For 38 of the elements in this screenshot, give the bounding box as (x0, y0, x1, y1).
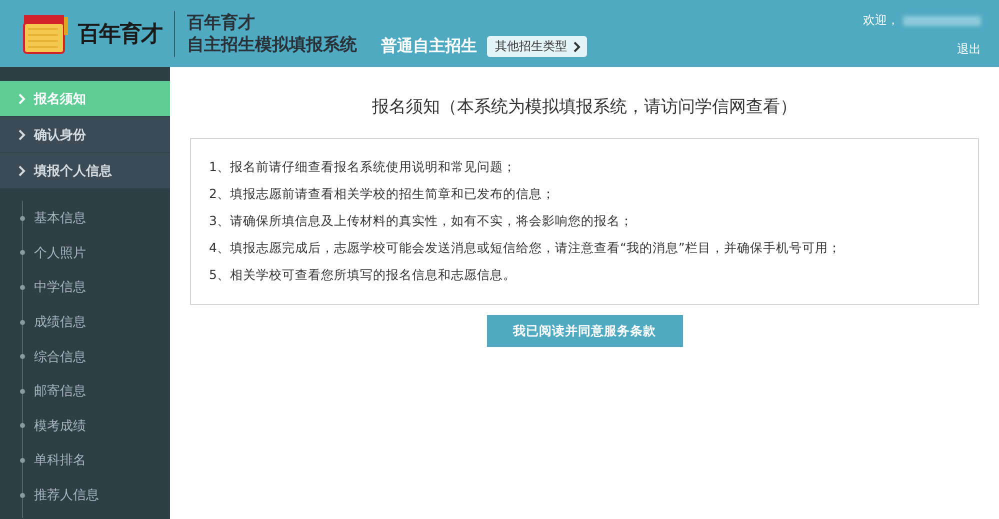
bullet-icon (20, 423, 25, 428)
nav-subitem[interactable]: 推荐人信息 (34, 486, 99, 504)
chevron-icon (573, 40, 581, 52)
admission-mode: 普通自主招生 (381, 36, 477, 57)
chevron-icon (18, 92, 26, 104)
notice-item: 2、填报志愿前请查看相关学校的招生简章和已发布的信息； (209, 185, 556, 203)
bullet-icon (20, 458, 25, 463)
bullet-icon (20, 354, 25, 360)
logout-link[interactable]: 退出 (957, 41, 981, 58)
notice-item: 5、相关学校可查看您所填写的报名信息和志愿信息。 (209, 266, 517, 284)
brand-name: 百年育才 (187, 12, 256, 34)
bullet-icon (20, 492, 25, 498)
nav-subitem[interactable]: 邮寄信息 (34, 382, 86, 400)
nav-subitem[interactable]: 个人照片 (34, 244, 86, 262)
notice-title: 报名须知（本系统为模拟填报系统，请访问学信网查看） (372, 96, 797, 118)
welcome-text: 欢迎， (863, 12, 899, 29)
nav-subitem[interactable]: 单科排名 (34, 451, 86, 470)
notice-item: 3、请确保所填信息及上传材料的真实性，如有不实，将会影响您的报名； (209, 212, 634, 230)
notice-item: 4、填报志愿完成后，志愿学校可能会发送消息或短信给您，请注意查看“我的消息”栏目，并确保手机号可用； (209, 239, 842, 257)
nav-subitem[interactable]: 模考成绩 (34, 416, 86, 435)
nav-subitem[interactable]: 基本信息 (34, 209, 86, 228)
nav-step[interactable]: 确认身份 (0, 117, 170, 153)
switch-type-button[interactable]: 其他招生类型 (487, 36, 587, 57)
bullet-icon (20, 284, 25, 290)
logo-text: 百年育才 (78, 20, 162, 48)
agree-button[interactable]: 我已阅读并同意服务条款 (486, 315, 682, 347)
bullet-icon (20, 250, 25, 256)
nav-subitem[interactable]: 中学信息 (34, 278, 86, 296)
nav-subitem[interactable]: 综合信息 (34, 348, 86, 366)
nav-subitem[interactable]: 成绩信息 (34, 313, 86, 332)
chevron-icon (18, 128, 26, 140)
bullet-icon (20, 388, 25, 394)
nav-step[interactable]: 填报个人信息 (0, 153, 170, 189)
bullet-icon (20, 320, 25, 325)
chevron-icon (18, 164, 26, 176)
system-title: 自主招生模拟填报系统 (187, 34, 357, 56)
bullet-icon (20, 216, 25, 221)
notice-item: 1、报名前请仔细查看报名系统使用说明和常见问题； (209, 158, 517, 176)
